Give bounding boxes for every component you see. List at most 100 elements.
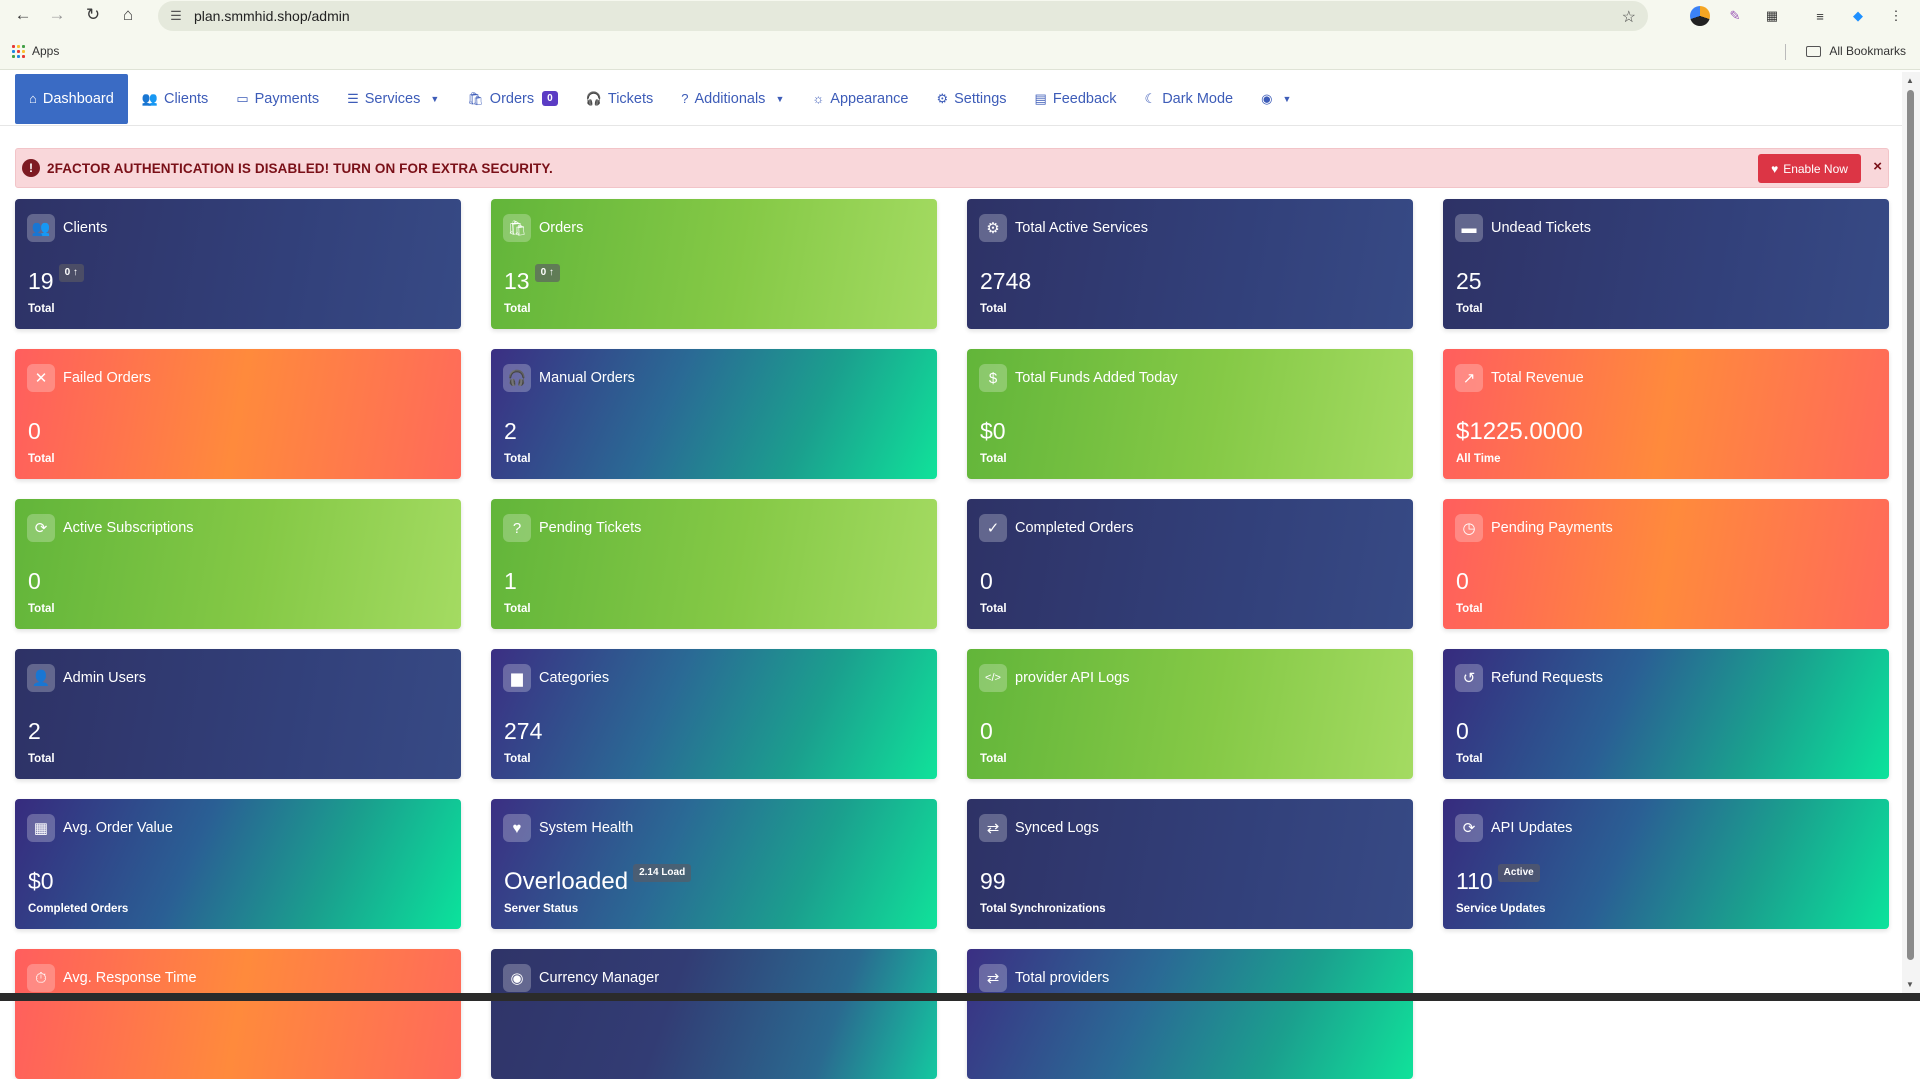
stat-card-synced-logs[interactable]: ⇄Synced Logs99Total Synchronizations <box>967 799 1413 929</box>
card-title: provider API Logs <box>1015 670 1129 686</box>
stat-card-total-providers[interactable]: ⇄Total providers <box>967 949 1413 1079</box>
stat-card-avg-response-time[interactable]: ⏱Avg. Response Time <box>15 949 461 1079</box>
card-header: ⟳Active Subscriptions <box>27 514 194 542</box>
card-value: 99 <box>980 868 1006 895</box>
all-bookmarks[interactable]: All Bookmarks <box>1806 44 1906 58</box>
code-icon: </> <box>979 664 1007 692</box>
bookmark-star-icon[interactable]: ☆ <box>1622 7 1636 27</box>
coins-icon: ◉ <box>503 964 531 992</box>
ticket-icon: ▬ <box>1455 214 1483 242</box>
card-value: 25 <box>1456 268 1482 295</box>
home-icon[interactable]: ⌂ <box>117 4 139 26</box>
stat-card-currency-manager[interactable]: ◉ Currency Manager <box>491 949 937 1079</box>
card-header: ↗Total Revenue <box>1455 364 1584 392</box>
nav-payments[interactable]: ▭Payments <box>222 74 333 124</box>
reading-list-icon[interactable]: ≡ <box>1810 6 1830 26</box>
stat-card-completed-orders[interactable]: ✓Completed Orders0Total <box>967 499 1413 629</box>
stat-card-undead-tickets[interactable]: ▬Undead Tickets25Total <box>1443 199 1889 329</box>
comment-icon: ▤ <box>1035 91 1047 107</box>
shield-extension-icon[interactable]: ◆ <box>1848 6 1868 26</box>
question-icon: ? <box>503 514 531 542</box>
stat-card-avg-order-value[interactable]: ▦Avg. Order Value $0 Completed Orders <box>15 799 461 929</box>
nav-tickets[interactable]: 🎧Tickets <box>572 74 668 124</box>
nav-dashboard[interactable]: ⌂Dashboard <box>15 74 128 124</box>
card-header: </> provider API Logs <box>979 664 1129 692</box>
url-text[interactable]: plan.smmhid.shop/admin <box>194 8 350 24</box>
stat-card-active-subscriptions[interactable]: ⟳Active Subscriptions0Total <box>15 499 461 629</box>
scroll-down-icon[interactable]: ▼ <box>1906 980 1914 989</box>
headset-icon: 🎧 <box>503 364 531 392</box>
nav-feedback[interactable]: ▤Feedback <box>1021 74 1131 124</box>
card-header: ▦Avg. Order Value <box>27 814 173 842</box>
pen-extension-icon[interactable]: ✎ <box>1725 6 1745 26</box>
site-settings-icon[interactable]: ☰ <box>168 8 184 24</box>
heart-pulse-icon: ♥ <box>503 814 531 842</box>
stat-card-pending-payments[interactable]: ◷Pending Payments0Total <box>1443 499 1889 629</box>
stat-card-total-active-services[interactable]: ⚙Total Active Services2748Total <box>967 199 1413 329</box>
scrollbar[interactable]: ▲ ▼ <box>1902 72 1920 1001</box>
forward-icon[interactable]: → <box>46 4 68 26</box>
stat-card-pending-tickets[interactable]: ?Pending Tickets1Total <box>491 499 937 629</box>
scroll-up-icon[interactable]: ▲ <box>1906 76 1914 85</box>
nav-appearance[interactable]: ☼Appearance <box>798 74 922 124</box>
card-subtitle: Total <box>980 303 1007 315</box>
nav-orders[interactable]: 🛍Orders0 <box>453 74 571 124</box>
stat-card-failed-orders[interactable]: ✕Failed Orders0Total <box>15 349 461 479</box>
card-subtitle: Completed Orders <box>28 903 128 915</box>
card-title: Avg. Response Time <box>63 970 197 986</box>
sync-icon: ⟳ <box>1455 814 1483 842</box>
exchange-icon: ⇄ <box>979 964 1007 992</box>
profile-menu[interactable]: ◉▼ <box>1247 74 1305 124</box>
back-icon[interactable]: ← <box>12 4 34 26</box>
nav-additionals[interactable]: ?Additionals▼ <box>667 74 798 124</box>
sync-icon: ⟳ <box>27 514 55 542</box>
stat-card-admin-users[interactable]: 👤Admin Users2Total <box>15 649 461 779</box>
card-title: Currency Manager <box>539 970 659 986</box>
card-subtitle: Total <box>1456 303 1483 315</box>
stat-card-refund-requests[interactable]: ↺Refund Requests0Total <box>1443 649 1889 779</box>
stat-card-manual-orders[interactable]: 🎧Manual Orders2Total <box>491 349 937 479</box>
all-bookmarks-label: All Bookmarks <box>1829 44 1906 58</box>
puzzle-icon[interactable]: ▦ <box>1762 6 1782 26</box>
card-value-row: 0 <box>1456 718 1469 745</box>
scrollbar-thumb[interactable] <box>1907 90 1914 960</box>
stat-card-total-funds-added-today[interactable]: $Total Funds Added Today$0Total <box>967 349 1413 479</box>
card-title: Completed Orders <box>1015 520 1133 536</box>
card-value: 2748 <box>980 268 1031 295</box>
card-value-row: 130 ↑ <box>504 268 560 295</box>
calculator-icon: ▦ <box>27 814 55 842</box>
nav-services[interactable]: ☰Services▼ <box>333 74 453 124</box>
card-value-row: $0 <box>28 868 54 895</box>
reload-icon[interactable]: ↻ <box>82 4 104 26</box>
address-bar[interactable]: ☰ plan.smmhid.shop/admin ☆ <box>158 1 1648 31</box>
stat-card-system-health[interactable]: ♥System HealthOverloaded2.14 LoadServer … <box>491 799 937 929</box>
card-header: ?Pending Tickets <box>503 514 641 542</box>
card-title: Clients <box>63 220 107 236</box>
stat-card-api-updates[interactable]: ⟳API Updates110ActiveService Updates <box>1443 799 1889 929</box>
nav-dark-mode[interactable]: ☾Dark Mode <box>1131 74 1248 124</box>
close-icon[interactable]: × <box>1873 158 1882 175</box>
card-subtitle: Total <box>28 753 55 765</box>
card-header: ⟳API Updates <box>1455 814 1572 842</box>
stat-card-total-revenue[interactable]: ↗Total Revenue$1225.0000All Time <box>1443 349 1889 479</box>
exclamation-icon: ! <box>22 159 40 177</box>
nav-clients[interactable]: 👥Clients <box>128 74 223 124</box>
card-header: ✕Failed Orders <box>27 364 151 392</box>
stat-card-clients[interactable]: 👥Clients190 ↑Total <box>15 199 461 329</box>
card-value: 0 <box>1456 568 1469 595</box>
folder-icon <box>1806 46 1821 57</box>
card-header: $Total Funds Added Today <box>979 364 1178 392</box>
stat-card-categories[interactable]: ▆Categories274Total <box>491 649 937 779</box>
card-value-row: 2748 <box>980 268 1031 295</box>
stat-card-provider-api-logs[interactable]: </>provider API Logs0Total <box>967 649 1413 779</box>
apps-bookmark[interactable]: Apps <box>12 44 59 58</box>
card-value: 19 <box>28 268 54 295</box>
card-subtitle: Total <box>980 753 1007 765</box>
extension-icon[interactable] <box>1690 6 1710 26</box>
enable-now-button[interactable]: ♥ Enable Now <box>1758 154 1861 183</box>
nav-settings[interactable]: ⚙Settings <box>922 74 1020 124</box>
menu-dots-icon[interactable]: ⋮ <box>1886 6 1906 26</box>
stat-card-orders[interactable]: 🛍Orders130 ↑Total <box>491 199 937 329</box>
list-icon: ☰ <box>347 91 359 107</box>
apps-label: Apps <box>32 44 59 58</box>
